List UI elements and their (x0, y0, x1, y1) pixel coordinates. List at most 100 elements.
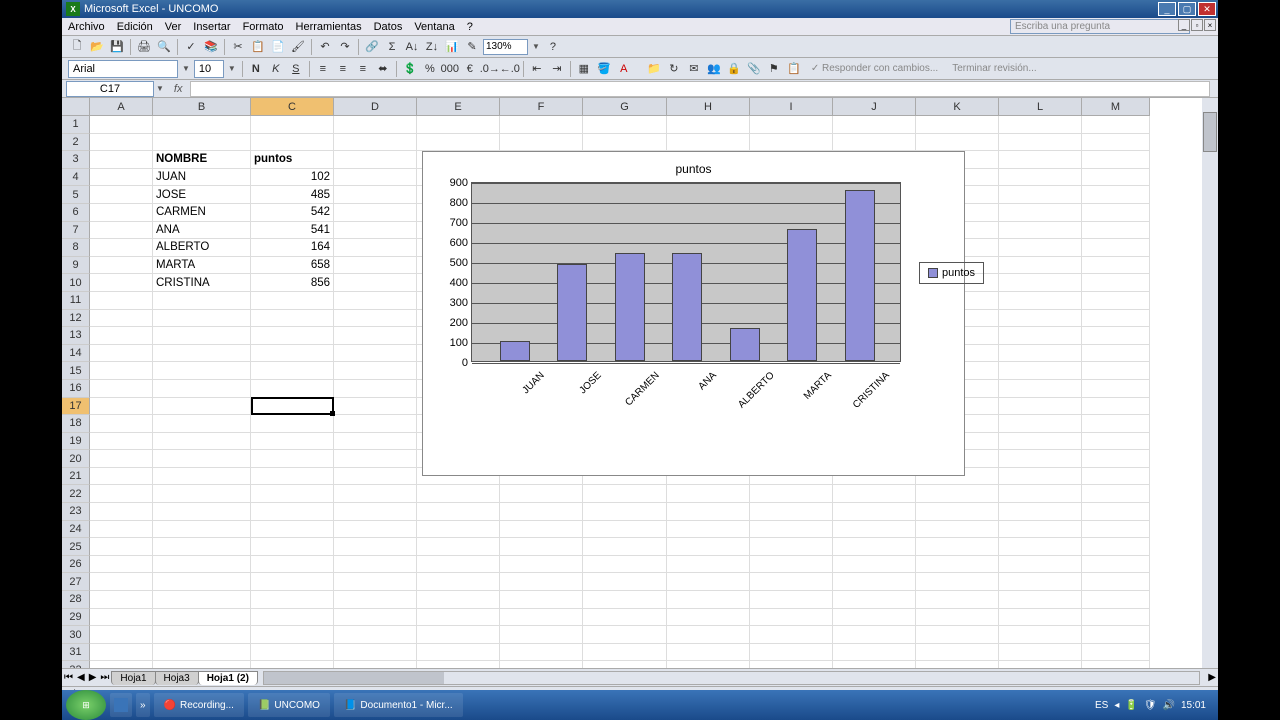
cell[interactable] (251, 538, 334, 556)
col-header-E[interactable]: E (417, 98, 500, 116)
cell[interactable] (1082, 204, 1150, 222)
embedded-chart[interactable]: puntos 0100200300400500600700800900 JUAN… (422, 151, 965, 476)
cell[interactable] (334, 327, 417, 345)
cell[interactable] (1082, 609, 1150, 627)
cell[interactable] (90, 503, 153, 521)
row-header[interactable]: 17 (62, 398, 90, 416)
cell[interactable] (153, 134, 251, 152)
cell[interactable] (667, 644, 750, 662)
italic-icon[interactable]: K (267, 60, 285, 78)
cell[interactable] (251, 644, 334, 662)
cell[interactable]: ALBERTO (153, 239, 251, 257)
menu-insertar[interactable]: Insertar (187, 21, 236, 33)
cell[interactable] (153, 609, 251, 627)
cell[interactable] (583, 485, 667, 503)
cell[interactable] (1082, 151, 1150, 169)
cell[interactable] (999, 626, 1082, 644)
cell[interactable] (833, 573, 916, 591)
col-header-L[interactable]: L (999, 98, 1082, 116)
col-header-F[interactable]: F (500, 98, 583, 116)
bold-icon[interactable]: N (247, 60, 265, 78)
cell[interactable] (1082, 626, 1150, 644)
tray-icon[interactable]: 🔋 (1125, 700, 1137, 711)
zoom-select[interactable]: 130% (483, 39, 528, 55)
row-header[interactable]: 20 (62, 450, 90, 468)
collab-icon[interactable]: ⚑ (765, 60, 783, 78)
cell[interactable]: JOSE (153, 186, 251, 204)
hyperlink-icon[interactable]: 🔗 (363, 38, 381, 56)
cell[interactable] (334, 573, 417, 591)
cell[interactable] (1082, 450, 1150, 468)
cell[interactable] (1082, 116, 1150, 134)
cell[interactable] (1082, 274, 1150, 292)
cell[interactable] (334, 362, 417, 380)
respond-changes-button[interactable]: ✓ Responder con cambios... (805, 63, 944, 74)
align-center-icon[interactable]: ≡ (334, 60, 352, 78)
spreadsheet-grid[interactable]: ABCDEFGHIJKLM 123NOMBREpuntos4JUAN1025JO… (62, 98, 1218, 668)
row-header[interactable]: 25 (62, 538, 90, 556)
cell[interactable] (334, 468, 417, 486)
sheet-nav-prev[interactable]: ◀ (75, 672, 87, 683)
cell[interactable] (1082, 468, 1150, 486)
collab-icon[interactable]: 📁 (645, 60, 663, 78)
cell[interactable] (667, 609, 750, 627)
col-header-G[interactable]: G (583, 98, 667, 116)
cell[interactable] (251, 468, 334, 486)
cell[interactable] (334, 538, 417, 556)
cell[interactable] (916, 485, 999, 503)
cell[interactable] (1082, 556, 1150, 574)
cell[interactable] (153, 591, 251, 609)
cell[interactable] (334, 398, 417, 416)
fx-icon[interactable]: fx (166, 83, 191, 95)
cell[interactable] (153, 538, 251, 556)
cell[interactable]: JUAN (153, 169, 251, 187)
cell[interactable] (916, 626, 999, 644)
borders-icon[interactable]: ▦ (575, 60, 593, 78)
cell[interactable] (90, 222, 153, 240)
cell[interactable] (251, 591, 334, 609)
taskbar-item[interactable]: 🔴Recording... (154, 693, 244, 717)
cell[interactable] (583, 538, 667, 556)
row-header[interactable]: 28 (62, 591, 90, 609)
cell[interactable] (750, 503, 833, 521)
menu-herramientas[interactable]: Herramientas (290, 21, 368, 33)
col-header-C[interactable]: C (251, 98, 334, 116)
cell[interactable] (251, 433, 334, 451)
cell[interactable] (334, 239, 417, 257)
cell[interactable] (1082, 573, 1150, 591)
cell[interactable] (750, 134, 833, 152)
cell[interactable] (1082, 538, 1150, 556)
cell[interactable] (999, 116, 1082, 134)
row-header[interactable]: 27 (62, 573, 90, 591)
cell[interactable] (667, 521, 750, 539)
row-header[interactable]: 18 (62, 415, 90, 433)
row-header[interactable]: 10 (62, 274, 90, 292)
menu-archivo[interactable]: Archivo (62, 21, 111, 33)
cell[interactable] (500, 503, 583, 521)
cell[interactable] (583, 556, 667, 574)
cell[interactable]: puntos (251, 151, 334, 169)
cell[interactable] (90, 556, 153, 574)
cell[interactable] (833, 609, 916, 627)
lang-indicator[interactable]: ES (1095, 700, 1108, 711)
cell[interactable] (334, 626, 417, 644)
sheet-nav-first[interactable]: ⏮ (62, 672, 75, 683)
cell[interactable] (251, 292, 334, 310)
cell[interactable] (999, 433, 1082, 451)
underline-icon[interactable]: S (287, 60, 305, 78)
cell[interactable] (999, 310, 1082, 328)
cell[interactable] (417, 573, 500, 591)
cell[interactable] (833, 503, 916, 521)
preview-icon[interactable]: 🔍 (155, 38, 173, 56)
cell[interactable] (999, 485, 1082, 503)
sheet-nav-last[interactable]: ⏭ (98, 672, 111, 683)
cell[interactable] (153, 116, 251, 134)
tray-icon[interactable]: 🛡 (1144, 700, 1157, 711)
cell[interactable] (417, 609, 500, 627)
sort-desc-icon[interactable]: Z↓ (423, 38, 441, 56)
increase-indent-icon[interactable]: ⇥ (548, 60, 566, 78)
cell[interactable] (417, 134, 500, 152)
cell[interactable] (999, 204, 1082, 222)
cell[interactable] (999, 151, 1082, 169)
cell[interactable] (916, 644, 999, 662)
